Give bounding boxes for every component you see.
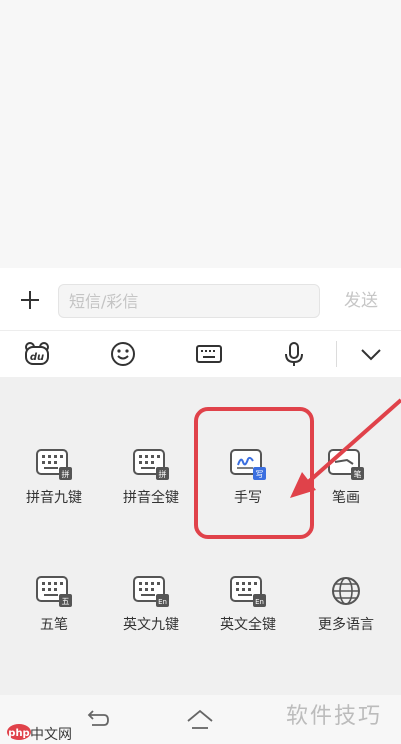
badge-text: 笔 xyxy=(354,469,362,479)
php-logo-icon: php xyxy=(7,724,31,740)
option-label: 五笔 xyxy=(40,617,68,633)
watermark-left: 中文网 xyxy=(30,727,72,743)
du-bear-button[interactable]: du xyxy=(22,339,52,369)
keyboard-icon: 拼 xyxy=(36,449,72,480)
message-area xyxy=(0,0,401,268)
sms-input[interactable] xyxy=(58,284,320,318)
keyboard-icon xyxy=(196,345,222,363)
option-label: 英文全键 xyxy=(220,617,276,633)
stroke-keyboard-icon: 笔 xyxy=(328,449,364,480)
home-icon xyxy=(187,709,213,729)
emoji-icon xyxy=(111,342,135,366)
highlight-annotation xyxy=(194,407,314,539)
option-label: 拼音全键 xyxy=(123,490,179,506)
option-label: 更多语言 xyxy=(318,617,374,633)
option-pinyin-9key[interactable]: 拼 拼音九键 xyxy=(4,447,104,537)
option-wubi[interactable]: 五 五笔 xyxy=(4,574,104,664)
collapse-keyboard-button[interactable] xyxy=(356,339,386,369)
badge-text: En xyxy=(158,598,167,606)
option-english-9key[interactable]: En 英文九键 xyxy=(101,574,201,664)
badge-text: 五 xyxy=(62,597,70,606)
keyboard-button[interactable] xyxy=(194,339,224,369)
du-bear-icon: du xyxy=(25,342,49,365)
globe-icon xyxy=(332,577,360,605)
toolbar-divider xyxy=(336,341,337,367)
emoji-button[interactable] xyxy=(108,339,138,369)
option-pinyin-full[interactable]: 拼 拼音全键 xyxy=(101,447,201,537)
keyboard-icon: En xyxy=(133,576,169,607)
send-button[interactable]: 发送 xyxy=(336,287,386,315)
option-english-full[interactable]: En 英文全键 xyxy=(198,574,298,664)
back-icon xyxy=(87,710,109,726)
keyboard-icon: 五 xyxy=(36,576,72,607)
option-label: 英文九键 xyxy=(123,617,179,633)
chevron-down-icon xyxy=(361,349,381,361)
back-button[interactable] xyxy=(84,707,112,733)
home-button[interactable] xyxy=(186,707,214,733)
keyboard-toolbar: du xyxy=(0,330,401,377)
option-label: 拼音九键 xyxy=(26,490,82,506)
badge-text: 拼 xyxy=(159,469,167,479)
badge-text: En xyxy=(255,598,264,606)
attach-plus-button[interactable] xyxy=(12,282,48,318)
svg-text:du: du xyxy=(30,352,44,363)
keyboard-icon: 拼 xyxy=(133,449,169,480)
badge-text: 拼 xyxy=(62,469,70,479)
microphone-icon xyxy=(285,342,303,366)
watermark-right: 软件技巧 xyxy=(286,704,383,729)
option-more-languages[interactable]: 更多语言 xyxy=(296,574,396,664)
logo-text: php xyxy=(8,728,29,739)
plus-icon xyxy=(21,291,39,309)
keyboard-icon: En xyxy=(230,576,266,607)
voice-button[interactable] xyxy=(279,339,309,369)
